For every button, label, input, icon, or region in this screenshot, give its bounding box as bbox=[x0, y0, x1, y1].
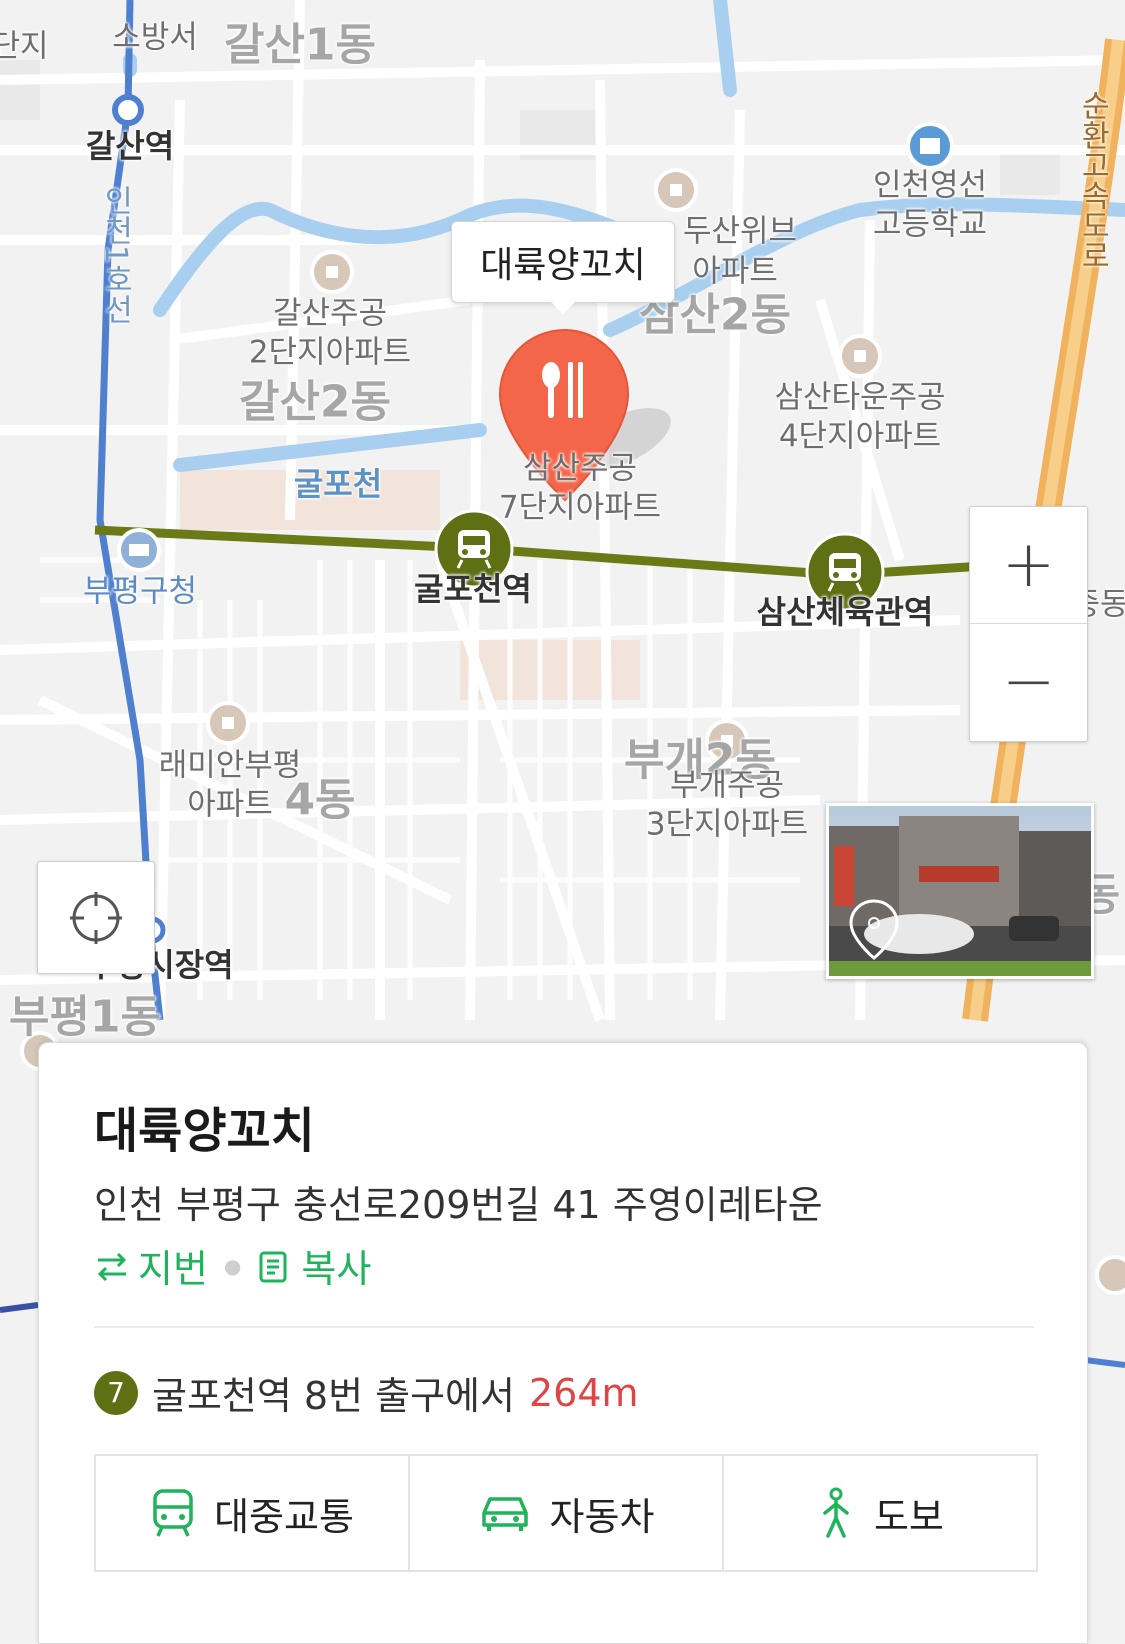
poi-label: 인천영선 고등학교 bbox=[872, 167, 988, 242]
district-label: 갈산1동 bbox=[223, 19, 377, 71]
poi-label: 부개주공 3단지아파트 bbox=[645, 767, 809, 842]
poi-label: 래미안부평 아파트 bbox=[158, 747, 302, 822]
jibun-toggle[interactable]: 지번 bbox=[94, 1238, 208, 1293]
poi-label: 부평구청 bbox=[82, 573, 198, 610]
transit-text: 굴포천역 8번 출구에서 bbox=[152, 1374, 515, 1418]
copy-icon bbox=[259, 1251, 287, 1282]
copy-label: 복사 bbox=[301, 1247, 372, 1291]
copy-address-button[interactable]: 복사 bbox=[257, 1238, 371, 1293]
district-label: 갈산2동 bbox=[238, 376, 392, 428]
car-label: 자동차 bbox=[549, 1494, 655, 1539]
subway-line-label: 인천1호선 bbox=[97, 185, 133, 325]
poi-label: 아파트 bbox=[692, 253, 778, 290]
place-address: 인천 부평구 충선로209번길 41 주영이레타운 bbox=[94, 1183, 823, 1227]
station-label[interactable]: 굴포천역 bbox=[414, 569, 532, 609]
place-title: 대륙양꼬치 bbox=[94, 1103, 315, 1159]
walk-label: 도보 bbox=[874, 1494, 944, 1539]
poi-label: 삼산타운주공 4단지아파트 bbox=[774, 379, 946, 454]
walk-icon bbox=[823, 1487, 849, 1538]
locate-button[interactable] bbox=[37, 861, 155, 974]
district-label: 4동 bbox=[284, 774, 356, 826]
distance-text: 264m bbox=[528, 1370, 639, 1415]
transit-route-button[interactable]: 대중교통 bbox=[96, 1456, 410, 1570]
station-label[interactable]: 삼산체육관역 bbox=[757, 592, 934, 632]
river-label: 굴포천 bbox=[293, 465, 383, 503]
poi-label: 갈산주공 2단지아파트 bbox=[248, 295, 412, 370]
jibun-label: 지번 bbox=[138, 1247, 208, 1291]
subway-line-badge: 7 bbox=[94, 1370, 138, 1415]
station-label[interactable]: 갈산역 bbox=[86, 126, 174, 166]
place-info-panel: 대륙양꼬치 인천 부평구 충선로209번길 41 주영이레타운 지번 ● 복사 … bbox=[38, 1042, 1088, 1644]
car-icon bbox=[481, 1497, 528, 1531]
divider bbox=[94, 1326, 1034, 1328]
district-label: 부평1동 bbox=[8, 991, 162, 1043]
poi-label: 두산위브 bbox=[682, 213, 798, 250]
route-buttons: 대중교통 자동차 도보 bbox=[94, 1454, 1038, 1572]
roadview-thumbnail[interactable] bbox=[826, 803, 1094, 979]
zoom-in-button[interactable]: + bbox=[970, 507, 1087, 624]
locate-icon bbox=[70, 891, 122, 944]
zoom-out-button[interactable]: − bbox=[970, 624, 1087, 740]
swap-icon bbox=[97, 1252, 127, 1281]
zoom-control: + − bbox=[969, 506, 1088, 742]
marker-callout[interactable]: 대륙양꼬치 bbox=[451, 221, 675, 314]
poi-label: 삼산주공 7단지아파트 bbox=[498, 450, 662, 525]
nearest-station-info: 7 굴포천역 8번 출구에서 264m bbox=[94, 1365, 639, 1420]
car-route-button[interactable]: 자동차 bbox=[410, 1456, 724, 1570]
road-label: 순환고속도로 bbox=[1074, 90, 1110, 270]
map-label: 소방서 bbox=[112, 19, 198, 56]
bus-icon bbox=[153, 1489, 193, 1537]
transit-label: 대중교통 bbox=[214, 1494, 354, 1539]
map-label: 단지 bbox=[0, 28, 49, 65]
address-actions: 지번 ● 복사 bbox=[94, 1238, 371, 1293]
walk-route-button[interactable]: 도보 bbox=[724, 1456, 1036, 1570]
